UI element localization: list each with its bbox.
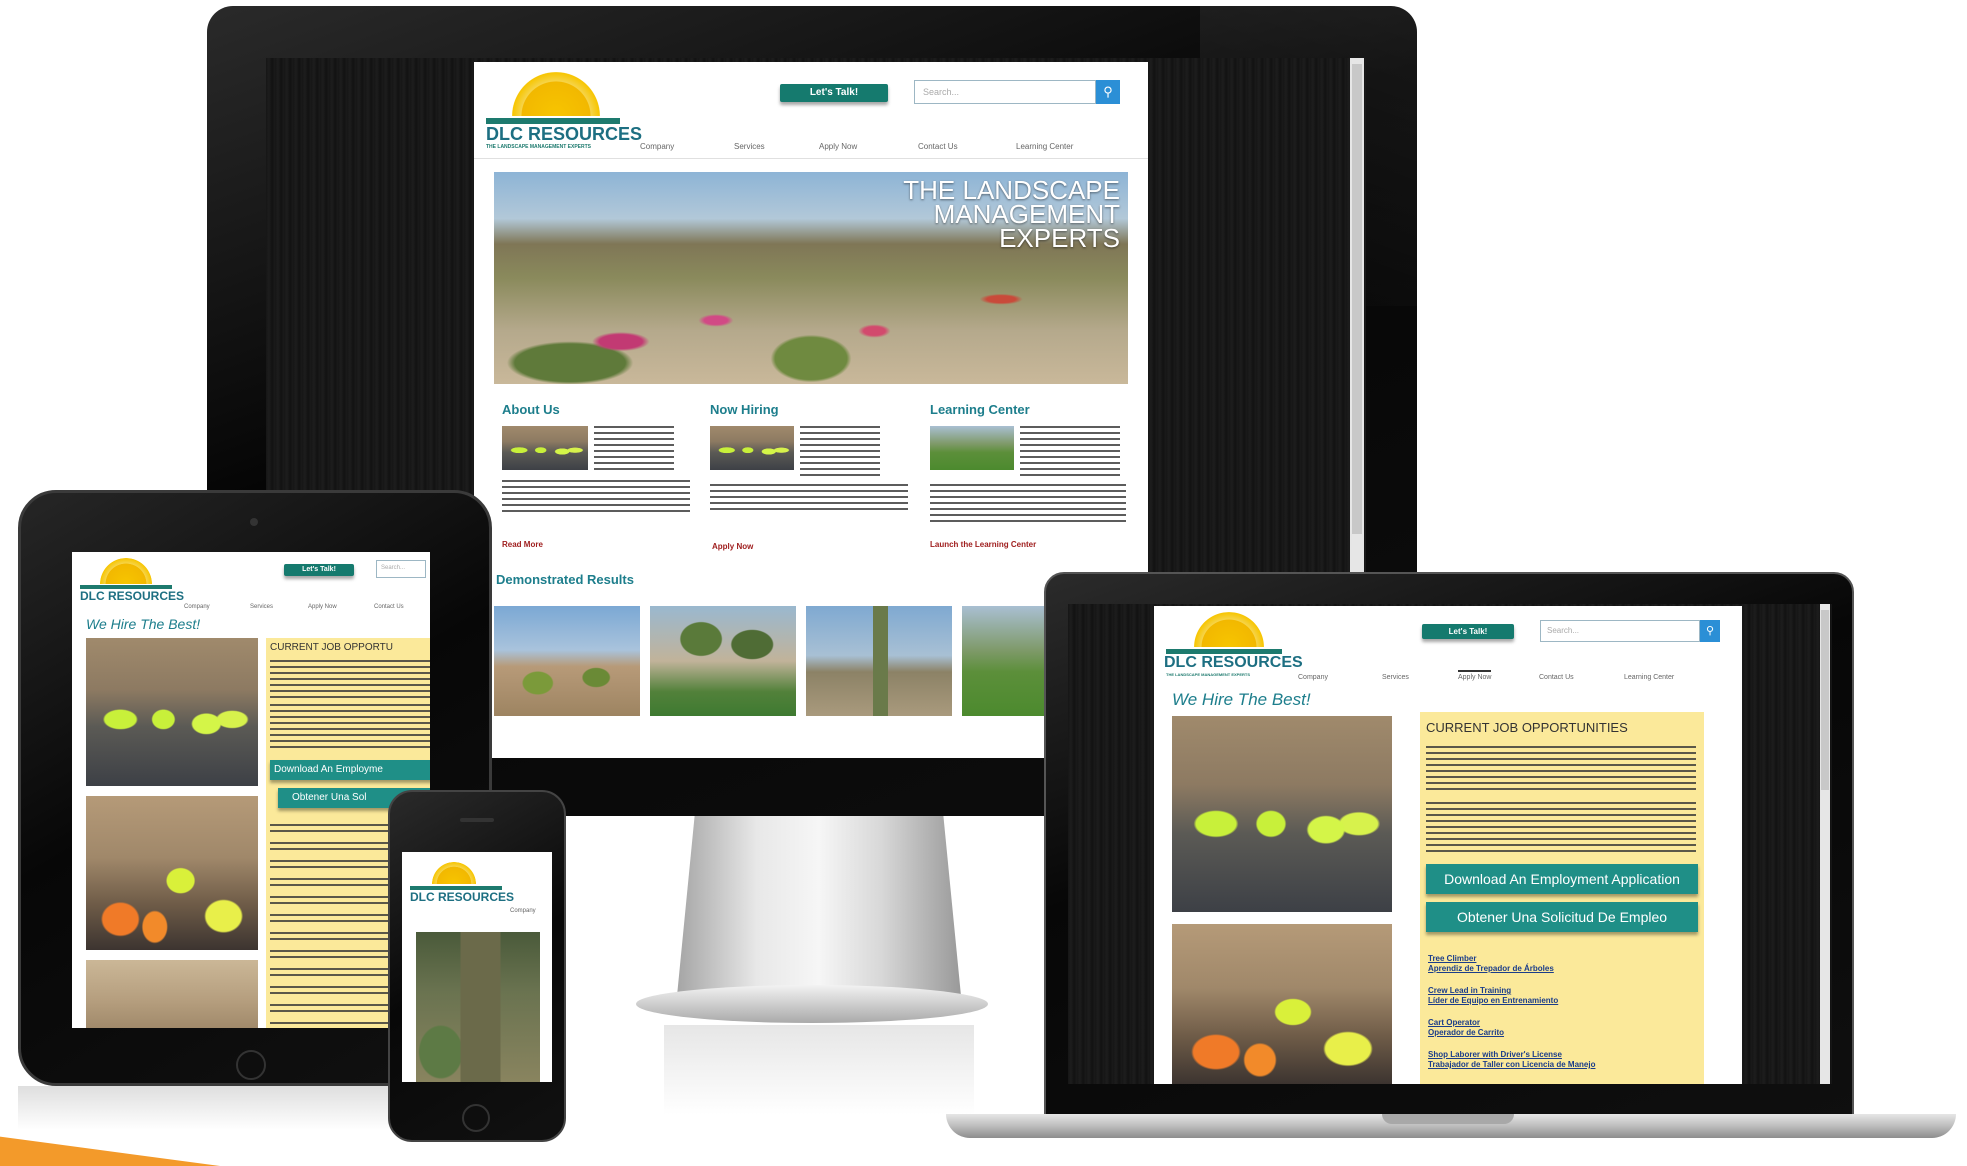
result-thumbnail-2[interactable]	[650, 606, 796, 716]
magnifier-icon: ⚲	[1705, 625, 1715, 637]
monitor-reflection	[664, 1025, 974, 1115]
desktop-logo-name[interactable]: DLC RESOURCES	[486, 124, 642, 145]
desktop-nav-contact-us[interactable]: Contact Us	[918, 142, 958, 151]
laptop-job-3-es[interactable]: Operador de Carrito	[1428, 1028, 1504, 1037]
tablet-nav-company[interactable]: Company	[184, 604, 210, 610]
now-hiring-apply-now-link[interactable]: Apply Now	[712, 542, 753, 551]
phone-speaker	[460, 818, 494, 822]
laptop-crew-photo-2	[1172, 924, 1392, 1084]
laptop-logo-sun	[1188, 607, 1270, 647]
about-us-read-more-link[interactable]: Read More	[502, 540, 543, 549]
result-thumbnail-1[interactable]	[494, 606, 640, 716]
tablet-logo-name[interactable]: DLC RESOURCES	[80, 589, 184, 603]
tablet-search-input[interactable]: Search...	[376, 560, 426, 578]
desktop-nav-apply-now[interactable]: Apply Now	[819, 142, 857, 151]
monitor-stand-base	[636, 985, 988, 1023]
laptop-hinge-notch	[1382, 1114, 1514, 1124]
phone-page: DLC RESOURCES Company	[402, 852, 552, 1082]
tablet-nav-services[interactable]: Services	[250, 604, 273, 610]
laptop-nav-apply-now[interactable]: Apply Now	[1458, 670, 1492, 681]
laptop-jobs-heading: CURRENT JOB OPPORTUNITIES	[1426, 720, 1628, 735]
phone-logo-name[interactable]: DLC RESOURCES	[410, 890, 514, 904]
tablet-jobs-text-2	[270, 704, 430, 752]
laptop-hire-heading: We Hire The Best!	[1172, 690, 1311, 709]
learning-center-text-side	[1020, 426, 1120, 476]
about-us-text-side	[594, 426, 674, 472]
now-hiring-text	[710, 484, 908, 514]
tablet-jobs-heading: CURRENT JOB OPPORTU	[270, 642, 393, 653]
about-us-image	[502, 426, 588, 470]
laptop-search-button[interactable]: ⚲	[1700, 620, 1720, 642]
laptop-jobs-detail-text	[1426, 802, 1696, 852]
laptop-job-4-en[interactable]: Shop Laborer with Driver's License	[1428, 1050, 1562, 1059]
desktop-nav-company[interactable]: Company	[640, 142, 674, 151]
laptop-job-1-en[interactable]: Tree Climber	[1428, 954, 1476, 963]
laptop-jobs-intro-text	[1426, 746, 1696, 792]
laptop-nav-company[interactable]: Company	[1298, 674, 1328, 681]
laptop-page: DLC RESOURCES THE LANDSCAPE MANAGEMENT E…	[1154, 606, 1742, 1084]
tablet-nav-contact-us[interactable]: Contact Us	[374, 604, 404, 610]
laptop-logo-tagline: THE LANDSCAPE MANAGEMENT EXPERTS	[1166, 672, 1251, 677]
laptop-nav-learning-center[interactable]: Learning Center	[1624, 674, 1674, 681]
laptop-scrollbar-thumb[interactable]	[1821, 610, 1829, 790]
laptop-download-spanish-button[interactable]: Obtener Una Solicitud De Empleo	[1426, 902, 1698, 932]
learning-center-image	[930, 426, 1014, 470]
tablet-crew-photo-1	[86, 638, 258, 786]
hero-title-line-3: EXPERTS	[999, 223, 1120, 253]
desktop-search-button[interactable]: ⚲	[1096, 80, 1120, 104]
learning-center-heading: Learning Center	[930, 402, 1030, 417]
learning-center-text	[930, 484, 1126, 522]
tablet-crew-photo-2	[86, 796, 258, 950]
phone-home-button[interactable]	[462, 1104, 490, 1132]
desktop-header-divider	[474, 158, 1148, 159]
laptop-search-input[interactable]: Search...	[1540, 620, 1700, 642]
laptop-crew-photo-1	[1172, 716, 1392, 912]
orange-corner-accent	[0, 1136, 220, 1166]
learning-center-launch-link[interactable]: Launch the Learning Center	[930, 540, 1036, 549]
tablet-lets-talk-button[interactable]: Let's Talk!	[284, 564, 354, 576]
desktop-logo-tagline: THE LANDSCAPE MANAGEMENT EXPERTS	[486, 144, 592, 150]
monitor-stand-neck	[676, 812, 962, 1002]
tablet-hire-heading: We Hire The Best!	[86, 616, 201, 632]
tablet-home-button[interactable]	[236, 1050, 266, 1080]
desktop-hero-title: THE LANDSCAPE MANAGEMENT EXPERTS	[834, 177, 1120, 253]
laptop-job-3-en[interactable]: Cart Operator	[1428, 1018, 1480, 1027]
tablet-nav-apply-now[interactable]: Apply Now	[308, 604, 337, 610]
desktop-search-input[interactable]: Search...	[914, 80, 1096, 104]
laptop-job-1-es[interactable]: Aprendiz de Trepador de Árboles	[1428, 964, 1554, 973]
laptop-job-2-es[interactable]: Líder de Equipo en Entrenamiento	[1428, 996, 1558, 1005]
now-hiring-text-side	[800, 426, 880, 476]
desktop-nav-services[interactable]: Services	[734, 142, 765, 151]
about-us-text	[502, 480, 690, 514]
desktop-nav-learning-center[interactable]: Learning Center	[1016, 142, 1073, 151]
tablet-download-english-button[interactable]: Download An Employme	[270, 760, 430, 780]
now-hiring-image	[710, 426, 794, 470]
result-thumbnail-3[interactable]	[806, 606, 952, 716]
laptop-job-2-en[interactable]: Crew Lead in Training	[1428, 986, 1511, 995]
about-us-heading: About Us	[502, 402, 560, 417]
laptop-nav-contact-us[interactable]: Contact Us	[1539, 674, 1574, 681]
magnifier-icon: ⚲	[1103, 84, 1113, 99]
desktop-logo-sun	[504, 66, 608, 116]
laptop-lets-talk-button[interactable]: Let's Talk!	[1422, 624, 1514, 639]
now-hiring-heading: Now Hiring	[710, 402, 779, 417]
tablet-logo-sun	[95, 554, 157, 585]
tablet-camera	[250, 518, 258, 526]
laptop-nav-services[interactable]: Services	[1382, 674, 1409, 681]
laptop-download-english-button[interactable]: Download An Employment Application	[1426, 864, 1698, 894]
tablet-page: DLC RESOURCES Let's Talk! Search... Comp…	[72, 552, 430, 1028]
laptop-job-4-es[interactable]: Trabajador de Taller con Licencia de Man…	[1428, 1060, 1595, 1069]
phone-hero-image	[416, 932, 540, 1082]
tablet-jobs-text-1	[270, 660, 430, 700]
tablet-crew-photo-3	[86, 960, 258, 1028]
monitor-scrollbar-thumb[interactable]	[1352, 64, 1362, 534]
laptop-logo-name[interactable]: DLC RESOURCES	[1164, 654, 1303, 672]
phone-logo-sun	[428, 859, 480, 884]
demonstrated-results-heading: Demonstrated Results	[496, 572, 634, 587]
phone-nav-company[interactable]: Company	[510, 908, 536, 914]
desktop-lets-talk-button[interactable]: Let's Talk!	[780, 84, 888, 102]
